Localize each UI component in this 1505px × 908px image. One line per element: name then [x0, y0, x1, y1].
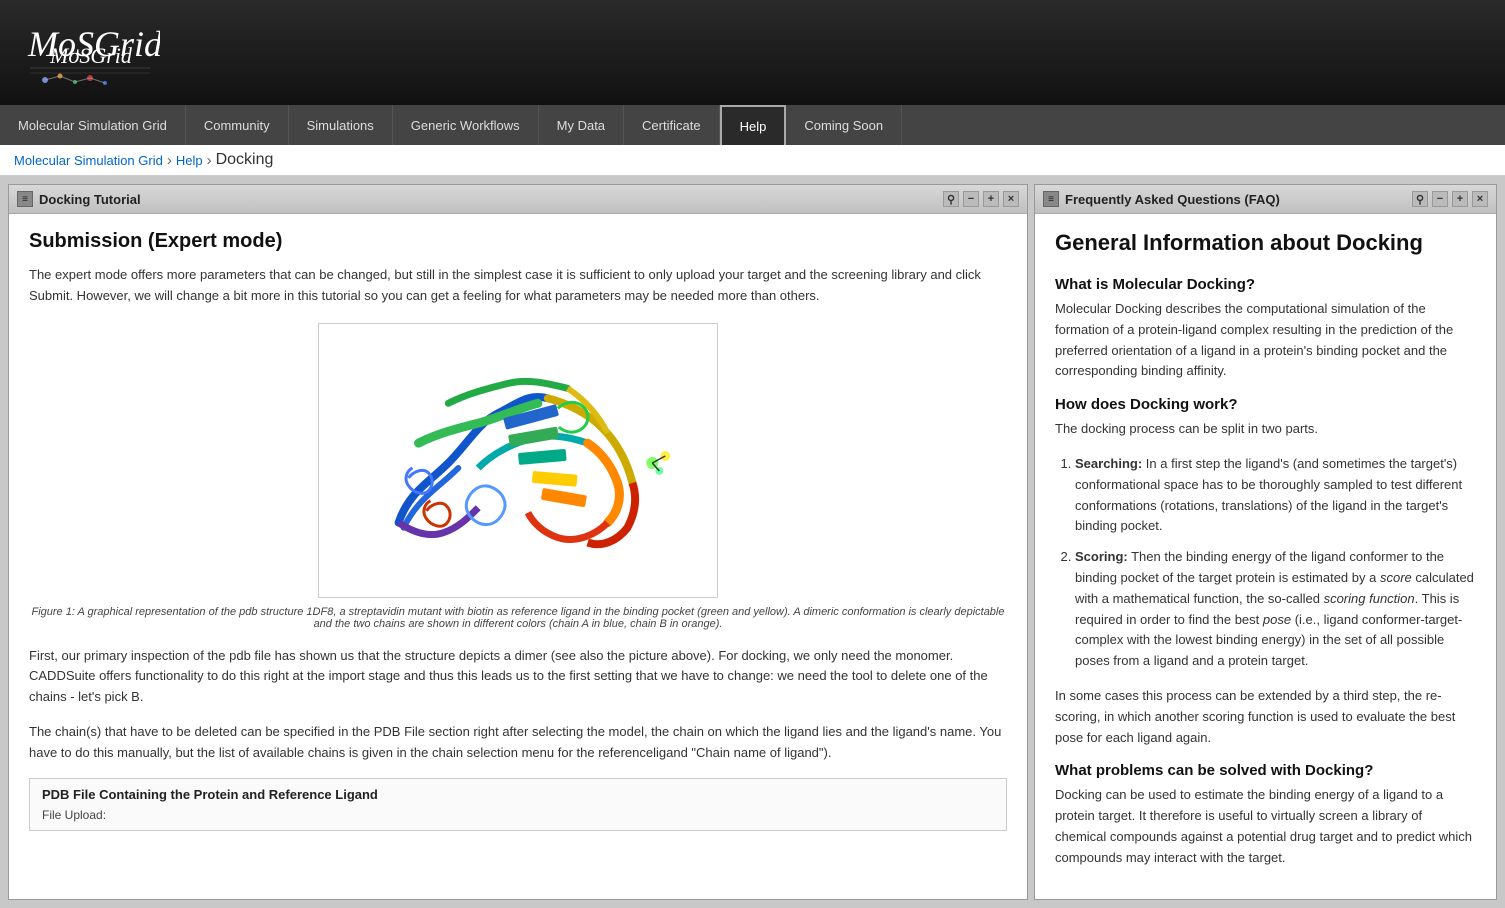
breadcrumb-sep-2: ›	[207, 152, 212, 169]
faq-score-italic: score	[1380, 570, 1412, 585]
protein-image	[318, 323, 718, 598]
breadcrumb-link-home[interactable]: Molecular Simulation Grid	[14, 153, 163, 168]
left-panel-pin-btn[interactable]: ⚲	[943, 191, 959, 207]
right-panel-header: ≡ Frequently Asked Questions (FAQ) ⚲ − +…	[1035, 185, 1496, 214]
faq-extra-text: In some cases this process can be extend…	[1055, 686, 1476, 748]
breadcrumb-link-help[interactable]: Help	[176, 153, 203, 168]
section-title: Submission (Expert mode)	[29, 230, 1007, 253]
nav-item-simulations[interactable]: Simulations	[289, 105, 393, 145]
breadcrumb-sep-1: ›	[167, 152, 172, 169]
mosgrid-logo: MoSGrid MoSGrid	[20, 8, 160, 98]
faq-section-title-1: How does Docking work?	[1055, 396, 1476, 413]
nav-item-certificate[interactable]: Certificate	[624, 105, 720, 145]
file-upload-label: File Upload:	[42, 808, 994, 822]
right-panel-close-btn[interactable]: ×	[1472, 191, 1488, 207]
left-panel-header: ≡ Docking Tutorial ⚲ − + ×	[9, 185, 1027, 214]
intro-text: The expert mode offers more parameters t…	[29, 265, 1007, 307]
faq-list: Searching: In a first step the ligand's …	[1075, 454, 1476, 672]
left-panel-icon: ≡	[17, 191, 33, 207]
left-panel-maximize-btn[interactable]: +	[983, 191, 999, 207]
logo-area: MoSGrid MoSGrid	[20, 8, 160, 98]
svg-text:MoSGrid: MoSGrid	[27, 24, 160, 64]
nav-item-my-data[interactable]: My Data	[539, 105, 624, 145]
main-nav: Molecular Simulation Grid Community Simu…	[0, 105, 1505, 145]
left-panel-controls: ⚲ − + ×	[943, 191, 1019, 207]
left-panel-title: Docking Tutorial	[39, 192, 937, 207]
main-layout: ≡ Docking Tutorial ⚲ − + × Submission (E…	[0, 176, 1505, 908]
right-panel-icon: ≡	[1043, 191, 1059, 207]
faq-text-0: Molecular Docking describes the computat…	[1055, 299, 1476, 382]
faq-list-item-searching: Searching: In a first step the ligand's …	[1075, 454, 1476, 537]
nav-item-community[interactable]: Community	[186, 105, 289, 145]
faq-list-item-scoring: Scoring: Then the binding energy of the …	[1075, 547, 1476, 672]
right-panel-pin-btn[interactable]: ⚲	[1412, 191, 1428, 207]
right-panel-title: Frequently Asked Questions (FAQ)	[1065, 192, 1406, 207]
pdb-section-title: PDB File Containing the Protein and Refe…	[42, 787, 994, 802]
left-panel: ≡ Docking Tutorial ⚲ − + × Submission (E…	[8, 184, 1028, 900]
header: MoSGrid MoSGrid	[0, 0, 1505, 105]
left-panel-minimize-btn[interactable]: −	[963, 191, 979, 207]
right-panel-controls: ⚲ − + ×	[1412, 191, 1488, 207]
faq-intro-1: The docking process can be split in two …	[1055, 419, 1476, 440]
faq-scoring-function-italic: scoring function	[1324, 591, 1415, 606]
left-panel-close-btn[interactable]: ×	[1003, 191, 1019, 207]
right-panel-maximize-btn[interactable]: +	[1452, 191, 1468, 207]
faq-pose-italic: pose	[1263, 612, 1291, 627]
right-panel-content: General Information about Docking What i…	[1035, 214, 1496, 899]
nav-item-coming-soon[interactable]: Coming Soon	[786, 105, 902, 145]
right-panel: ≡ Frequently Asked Questions (FAQ) ⚲ − +…	[1034, 184, 1497, 900]
faq-scoring-bold: Scoring:	[1075, 549, 1128, 564]
body-text-1: First, our primary inspection of the pdb…	[29, 646, 1007, 708]
nav-item-molecular-simulation-grid[interactable]: Molecular Simulation Grid	[0, 105, 186, 145]
protein-figure: Figure 1: A graphical representation of …	[29, 323, 1007, 630]
faq-main-title: General Information about Docking	[1055, 230, 1476, 256]
breadcrumb: Molecular Simulation Grid › Help › Docki…	[0, 145, 1505, 176]
figure-caption: Figure 1: A graphical representation of …	[29, 606, 1007, 630]
nav-item-generic-workflows[interactable]: Generic Workflows	[393, 105, 539, 145]
right-panel-minimize-btn[interactable]: −	[1432, 191, 1448, 207]
nav-item-help[interactable]: Help	[720, 105, 787, 145]
left-panel-content: Submission (Expert mode) The expert mode…	[9, 214, 1027, 899]
pdb-section: PDB File Containing the Protein and Refe…	[29, 778, 1007, 831]
breadcrumb-current: Docking	[216, 151, 274, 169]
faq-section-title-2: What problems can be solved with Docking…	[1055, 762, 1476, 779]
faq-section-title-0: What is Molecular Docking?	[1055, 276, 1476, 293]
body-text-2: The chain(s) that have to be deleted can…	[29, 722, 1007, 764]
faq-searching-bold: Searching:	[1075, 456, 1142, 471]
